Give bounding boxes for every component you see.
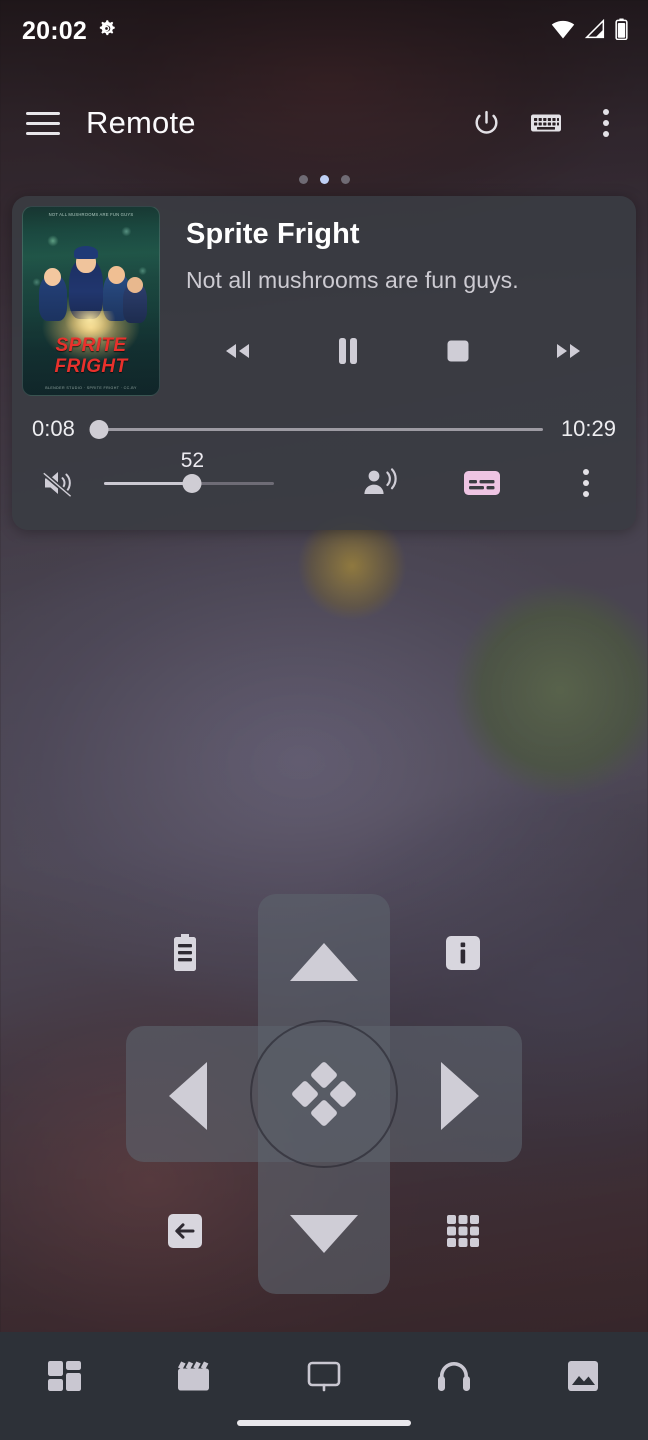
keyboard-icon[interactable] (520, 97, 572, 149)
dpad-down-arrow[interactable] (278, 1198, 370, 1270)
transport-controls (186, 330, 618, 372)
tv-shows-icon (305, 1358, 343, 1399)
hamburger-menu-icon[interactable] (22, 102, 64, 144)
media-title: Sprite Fright (186, 218, 360, 250)
poster-title-line1: SPRITE (55, 335, 127, 356)
dashboard-icon (46, 1358, 84, 1399)
nav-pictures[interactable] (518, 1350, 648, 1406)
current-time-label: 0:08 (32, 416, 75, 441)
back-arrow-icon[interactable] (162, 1208, 208, 1254)
page-title: Remote (86, 105, 196, 140)
poster-credits: BLENDER STUDIO · SPRITE FRIGHT · CC-BY (45, 386, 137, 390)
settings-gear-icon (97, 19, 116, 43)
seek-slider[interactable] (89, 418, 543, 440)
playback-options-row: 52 (12, 442, 636, 530)
pause-icon[interactable] (319, 330, 377, 372)
android-gesture-bar[interactable] (237, 1420, 411, 1426)
poster-title-line2: FRIGHT (54, 356, 128, 377)
status-bar-right (551, 17, 628, 45)
playback-progress-row: 0:08 10:29 (12, 396, 636, 442)
wifi-icon (551, 19, 575, 44)
dpad-right-arrow[interactable] (422, 1058, 498, 1134)
overflow-menu-icon[interactable] (580, 97, 632, 149)
subtitles-icon[interactable] (456, 458, 508, 508)
context-menu-icon[interactable] (162, 930, 208, 976)
rewind-icon[interactable] (208, 330, 266, 372)
poster-tagline: NOT ALL MUSHROOMS ARE FUN GUYS (48, 212, 134, 217)
dpad-up-arrow[interactable] (278, 926, 370, 998)
grid-apps-icon[interactable] (440, 1208, 486, 1254)
nav-tvshows[interactable] (259, 1350, 389, 1406)
volume-value-label: 52 (180, 449, 205, 472)
movies-clapperboard-icon (175, 1358, 213, 1399)
volume-thumb[interactable] (182, 473, 202, 493)
battery-icon (615, 17, 628, 45)
overflow-menu-icon[interactable] (560, 458, 612, 508)
status-bar: 20:02 (0, 0, 648, 62)
poster-figure-main (69, 246, 103, 319)
volume-off-icon[interactable] (36, 460, 82, 506)
card-top-section: NOT ALL MUSHROOMS ARE FUN GUYS SPRITE FR… (12, 196, 636, 396)
app-bar: Remote (0, 86, 648, 160)
media-subtitle: Not all mushrooms are fun guys. (186, 267, 519, 293)
seek-track (92, 427, 543, 431)
dpad-navigation (0, 880, 648, 1310)
cellular-signal-icon (584, 18, 606, 44)
seek-thumb[interactable] (89, 419, 109, 439)
ok-diamond-icon (290, 1060, 358, 1128)
app-bar-actions (460, 97, 632, 149)
page-dot-3[interactable] (340, 175, 350, 184)
volume-track[interactable] (104, 473, 274, 493)
phone-screen: 20:02 Remote NOT ALL MUSHROOMS ARE FUN G… (0, 0, 648, 1440)
fast-forward-icon[interactable] (540, 330, 598, 372)
audio-stream-icon[interactable] (354, 458, 406, 508)
status-bar-left: 20:02 (22, 17, 116, 46)
nav-movies[interactable] (130, 1350, 260, 1406)
nav-music[interactable] (389, 1350, 519, 1406)
album-art-poster[interactable]: NOT ALL MUSHROOMS ARE FUN GUYS SPRITE FR… (22, 206, 160, 396)
status-clock: 20:02 (22, 16, 87, 45)
info-icon[interactable] (440, 930, 486, 976)
page-indicator[interactable] (0, 175, 648, 184)
stop-icon[interactable] (429, 330, 487, 372)
power-icon[interactable] (460, 97, 512, 149)
page-dot-2-active[interactable] (319, 175, 329, 184)
pictures-image-icon (564, 1358, 602, 1399)
nav-dashboard[interactable] (0, 1350, 130, 1406)
music-headphones-icon (435, 1358, 473, 1399)
total-time-label: 10:29 (560, 416, 616, 441)
page-dot-1[interactable] (298, 175, 308, 184)
poster-figure-far-right (123, 277, 147, 323)
volume-track-fill (104, 481, 193, 485)
dpad-left-arrow[interactable] (150, 1058, 226, 1134)
dpad-ok-button[interactable] (250, 1020, 398, 1168)
card-metadata: Sprite Fright Not all mushrooms are fun … (160, 196, 636, 396)
volume-slider[interactable]: 52 (104, 449, 274, 493)
now-playing-card: NOT ALL MUSHROOMS ARE FUN GUYS SPRITE FR… (12, 196, 636, 530)
